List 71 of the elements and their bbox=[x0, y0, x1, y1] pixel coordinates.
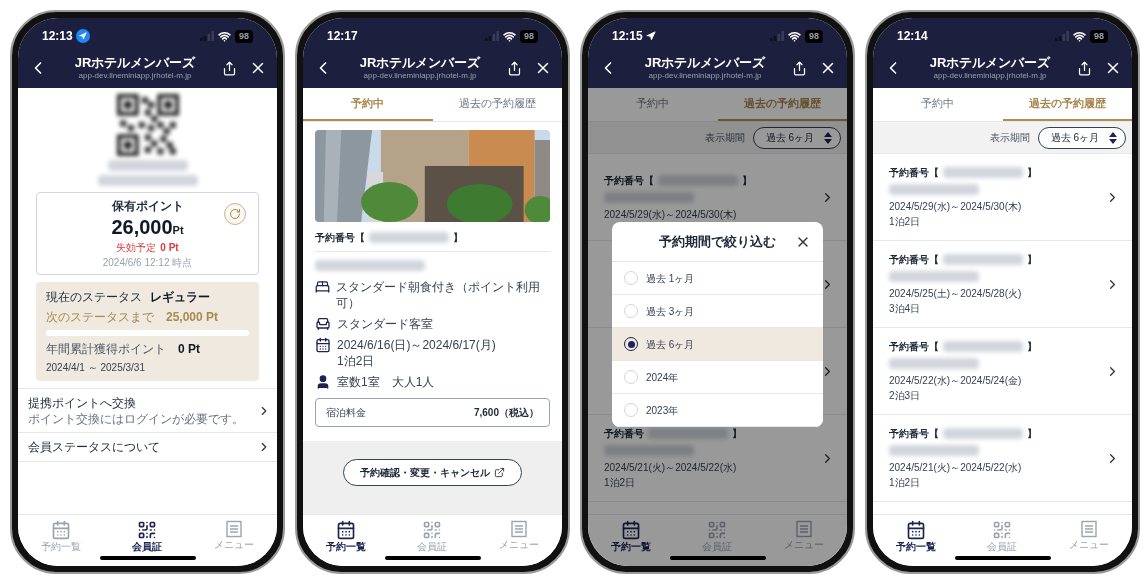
battery-icon: 98 bbox=[805, 29, 823, 43]
reservation-number-end: 】 bbox=[1027, 166, 1037, 180]
stay-dates: 2024/5/22(水)～2024/5/24(金) bbox=[889, 374, 1023, 388]
stay-dates: 2024/5/25(土)～2024/5/28(火) bbox=[889, 287, 1023, 301]
menu-row-subtitle: ポイント交換にはログインが必要です。 bbox=[28, 412, 245, 427]
menu-row-title: 会員ステータスについて bbox=[28, 439, 161, 456]
points-title: 保有ポイント bbox=[111, 198, 184, 215]
app-url: app-dev.lineminiapp.jrhotel-m.jp bbox=[363, 71, 477, 82]
stay-length: 1泊2日 bbox=[604, 476, 637, 490]
reservation-number-end: 】 bbox=[453, 231, 463, 245]
reservation-number-end: 】 bbox=[1027, 340, 1037, 354]
app-title: JRホテルメンバーズ bbox=[74, 54, 196, 72]
next-status-label: 次のステータスまで bbox=[46, 309, 154, 326]
status-time: 12:17 bbox=[327, 28, 358, 45]
reservation-number-label: 予約番号【 bbox=[889, 253, 939, 267]
expiry-label: 失効予定 bbox=[116, 241, 157, 255]
reservation-number-end: 】 bbox=[1027, 253, 1037, 267]
stay-length: 2泊3日 bbox=[889, 389, 922, 403]
reservation-number-label: 予約番号【 bbox=[604, 173, 654, 188]
price-value: 7,600（税込） bbox=[473, 406, 539, 420]
option-label: 過去 3ヶ月 bbox=[646, 304, 695, 319]
detail-text: 1泊2日 bbox=[337, 353, 376, 369]
stay-dates: 2024/5/21(火)～2024/5/22(水) bbox=[604, 461, 738, 475]
detail-text: スタンダード客室 bbox=[337, 316, 433, 332]
app-title: JRホテルメンバーズ bbox=[929, 54, 1051, 72]
reservation-number-label: 予約番号【 bbox=[889, 340, 939, 354]
points-unit: Pt bbox=[172, 224, 184, 236]
filter-label: 表示期間 bbox=[704, 131, 745, 145]
battery-icon: 98 bbox=[520, 29, 538, 43]
app-url: app-dev.lineminiapp.jrhotel-m.jp bbox=[648, 71, 762, 82]
app-title: JRホテルメンバーズ bbox=[644, 54, 766, 72]
annual-points-label: 年間累計獲得ポイント bbox=[46, 341, 166, 358]
status-time: 12:13 bbox=[42, 28, 73, 45]
status-period: 2024/4/1 ～ 2025/3/31 bbox=[46, 361, 146, 375]
expiry-value: 0 Pt bbox=[160, 241, 179, 255]
battery-icon: 98 bbox=[235, 29, 253, 43]
status-time: 12:15 bbox=[612, 28, 643, 45]
status-rank: レギュラー bbox=[150, 289, 210, 306]
stay-length: 3泊4日 bbox=[889, 302, 922, 316]
option-label: 2024年 bbox=[646, 370, 679, 385]
reservation-number-label: 予約番号【 bbox=[889, 166, 939, 180]
option-label: 過去 6ヶ月 bbox=[646, 337, 695, 352]
status-label: 現在のステータス bbox=[46, 289, 142, 306]
app-url: app-dev.lineminiapp.jrhotel-m.jp bbox=[933, 71, 1047, 82]
stay-dates: 2024/5/29(水)～2024/5/30(木) bbox=[889, 200, 1023, 214]
reservation-number-end: 】 bbox=[732, 427, 742, 441]
reservation-number-label: 予約番号【 bbox=[315, 231, 365, 245]
stay-length: 1泊2日 bbox=[889, 215, 922, 229]
stay-dates: 2024/5/29(水)～2024/5/30(木) bbox=[604, 207, 738, 222]
stay-dates: 2024/5/21(火)～2024/5/22(水) bbox=[889, 461, 1023, 475]
menu-row-title: 提携ポイントへ交換 bbox=[28, 395, 137, 412]
reservation-number-end: 】 bbox=[1027, 427, 1037, 441]
price-label: 宿泊料金 bbox=[326, 406, 366, 420]
reservation-number-label: 予約番号【 bbox=[889, 427, 939, 441]
reservation-number-label: 予約番号 bbox=[604, 427, 644, 441]
points-value: 26,000 bbox=[111, 215, 173, 240]
reservation-number-end: 】 bbox=[742, 173, 752, 188]
detail-text: 2024/6/16(日)～2024/6/17(月) bbox=[337, 337, 496, 353]
app-title: JRホテルメンバーズ bbox=[359, 54, 481, 72]
app-url: app-dev.lineminiapp.jrhotel-m.jp bbox=[78, 71, 192, 82]
option-label: 過去 1ヶ月 bbox=[646, 271, 695, 286]
option-label: 2023年 bbox=[646, 403, 679, 418]
next-status-value: 25,000 Pt bbox=[166, 309, 219, 326]
status-time: 12:14 bbox=[897, 28, 928, 45]
detail-text: 室数1室 大人1人 bbox=[337, 374, 435, 390]
filter-label: 表示期間 bbox=[989, 131, 1030, 145]
annual-points-value: 0 Pt bbox=[178, 341, 200, 358]
detail-text: スタンダード朝食付き（ポイント利用可） bbox=[336, 279, 541, 311]
stay-length: 1泊2日 bbox=[889, 476, 922, 490]
battery-icon: 98 bbox=[1090, 29, 1108, 43]
points-timestamp: 2024/6/6 12:12 時点 bbox=[102, 256, 193, 270]
